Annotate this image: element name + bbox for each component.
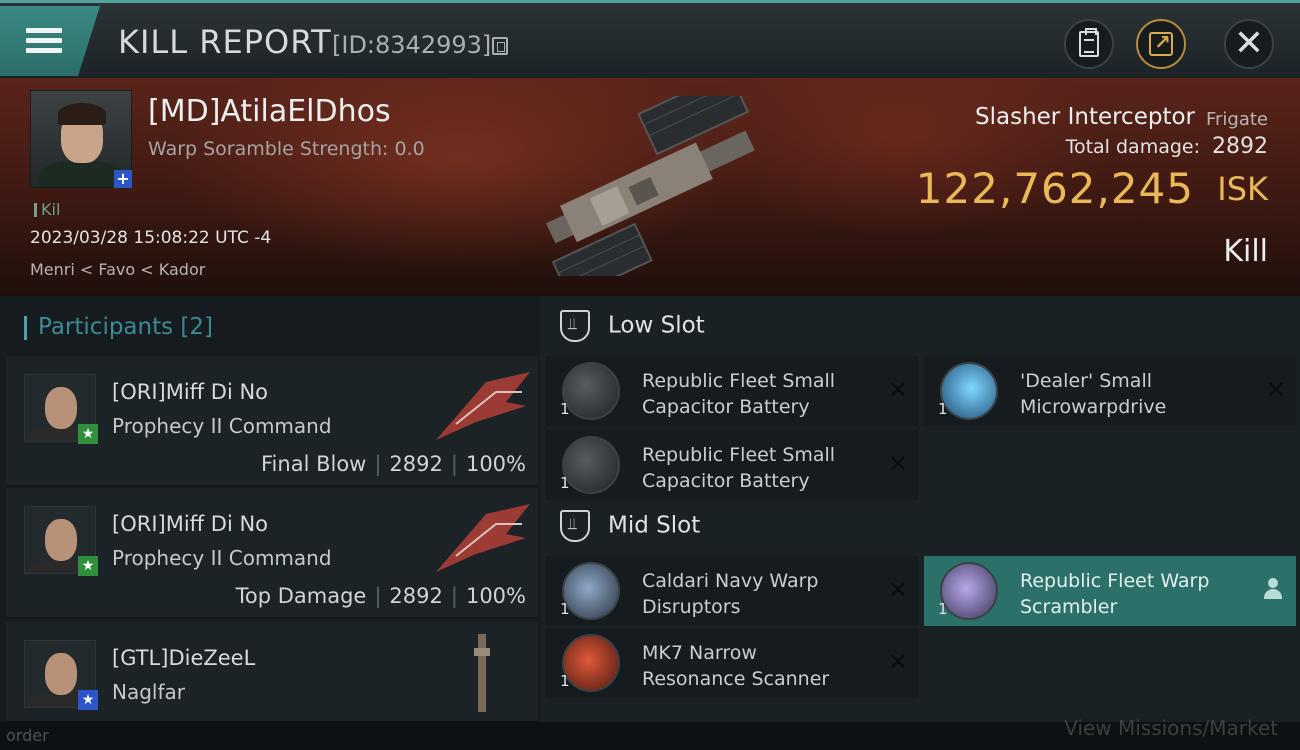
header-bar: KILL REPORT [ID:8342993] ✕ xyxy=(0,0,1300,78)
participant-row[interactable]: ★ [ORI]Miff Di No Prophecy II Command To… xyxy=(6,488,538,618)
kill-tag: Kil xyxy=(34,200,60,219)
victim-name[interactable]: [MD]AtilaElDhos xyxy=(148,94,391,129)
participant-ship-render xyxy=(436,372,530,440)
clipboard-icon xyxy=(1079,28,1099,57)
module-qty: 1 xyxy=(938,400,948,418)
participants-panel: Participants [2] ★ [ORI]Miff Di No Proph… xyxy=(0,296,540,722)
corp-badge-icon: + xyxy=(114,170,132,188)
close-button[interactable]: ✕ xyxy=(1224,19,1274,69)
module-item[interactable]: 1 Republic Fleet Small Capacitor Battery… xyxy=(546,430,918,500)
share-icon xyxy=(1149,30,1173,56)
capacitor-battery-icon xyxy=(562,362,620,420)
victim-ship-name[interactable]: Slasher Interceptor xyxy=(975,104,1195,130)
victim-ship-class: Frigate xyxy=(1205,109,1268,130)
victim-banner: + [MD]AtilaElDhos Warp Soramble Strength… xyxy=(0,78,1300,296)
participant-ship-render xyxy=(436,504,530,572)
star-icon: ★ xyxy=(78,556,98,576)
destroyed-icon: ✕ xyxy=(1265,376,1286,404)
kill-timestamp: 2023/03/28 15:08:22 UTC -4 xyxy=(30,228,272,248)
pilot-icon xyxy=(1264,578,1282,600)
bottom-left-text: order xyxy=(6,726,49,745)
participant-damage: 2892 xyxy=(389,584,443,608)
clipboard-button[interactable] xyxy=(1064,19,1114,69)
window-title: KILL REPORT xyxy=(118,23,332,61)
destroyed-icon: ✕ xyxy=(887,450,908,478)
destroyed-icon: ✕ xyxy=(887,576,908,604)
copy-icon[interactable] xyxy=(492,37,508,55)
module-name: Republic Fleet Small Capacitor Battery xyxy=(642,444,836,492)
total-damage-value: 2892 xyxy=(1212,134,1268,159)
mid-slot-icon xyxy=(560,510,590,542)
menu-icon xyxy=(26,28,62,33)
participant-percent: 100% xyxy=(465,452,526,476)
participants-title: Participants [2] xyxy=(24,314,213,340)
participant-role: Top Damage xyxy=(235,584,367,608)
isk-value: 122,762,245 xyxy=(915,164,1194,213)
participant-row[interactable]: ★ [GTL]DieZeeL Naglfar xyxy=(6,622,538,722)
mid-slot-header: Mid Slot xyxy=(560,510,700,542)
participant-name: [ORI]Miff Di No xyxy=(112,512,269,536)
module-item[interactable]: 1 Caldari Navy Warp Disruptors ✕ xyxy=(546,556,918,626)
participant-ship-render xyxy=(474,634,490,712)
share-button[interactable] xyxy=(1136,19,1186,69)
low-slot-icon xyxy=(560,310,590,342)
module-name: Republic Fleet Warp Scrambler xyxy=(1020,570,1210,618)
warp-scrambler-icon xyxy=(940,562,998,620)
participant-percent: 100% xyxy=(465,584,526,608)
menu-button[interactable] xyxy=(0,6,100,76)
bottom-bar: order View Missions/Market xyxy=(0,716,1300,750)
star-icon: ★ xyxy=(78,424,98,444)
destroyed-icon: ✕ xyxy=(887,648,908,676)
view-missions-link[interactable]: View Missions/Market xyxy=(1064,716,1278,740)
participant-ship: Prophecy II Command xyxy=(112,414,332,438)
kill-id: [ID:8342993] xyxy=(332,31,492,59)
isk-unit: ISK xyxy=(1217,170,1268,208)
participant-name: [GTL]DieZeeL xyxy=(112,646,256,670)
module-qty: 1 xyxy=(560,600,570,618)
star-icon: ★ xyxy=(78,690,98,710)
kill-result: Kill xyxy=(1223,234,1268,269)
participant-role: Final Blow xyxy=(261,452,367,476)
capacitor-battery-icon xyxy=(562,436,620,494)
participant-row[interactable]: ★ [ORI]Miff Di No Prophecy II Command Fi… xyxy=(6,356,538,486)
participant-ship: Naglfar xyxy=(112,680,185,704)
close-icon: ✕ xyxy=(1233,23,1265,64)
victim-ship-render xyxy=(546,96,755,276)
participant-name: [ORI]Miff Di No xyxy=(112,380,269,404)
resonance-scanner-icon xyxy=(562,634,620,692)
module-name: Republic Fleet Small Capacitor Battery xyxy=(642,370,836,418)
participant-stats: Final Blow | 2892 | 100% xyxy=(261,452,526,476)
participant-ship: Prophecy II Command xyxy=(112,546,332,570)
destroyed-icon: ✕ xyxy=(887,376,908,404)
fitting-panel: Low Slot 1 Republic Fleet Small Capacito… xyxy=(540,296,1300,722)
module-name: 'Dealer' Small Microwarpdrive xyxy=(1020,370,1167,418)
module-qty: 1 xyxy=(560,474,570,492)
scramble-strength: Warp Soramble Strength: 0.0 xyxy=(148,138,425,160)
participants-count: [2] xyxy=(180,314,214,340)
participant-damage: 2892 xyxy=(389,452,443,476)
module-qty: 1 xyxy=(938,600,948,618)
microwarpdrive-icon xyxy=(940,362,998,420)
module-item[interactable]: 1 MK7 Narrow Resonance Scanner ✕ xyxy=(546,628,918,698)
total-damage-label: Total damage: xyxy=(1065,136,1200,158)
low-slot-header: Low Slot xyxy=(560,310,705,342)
module-name: Caldari Navy Warp Disruptors xyxy=(642,570,819,618)
module-item[interactable]: 1 Republic Fleet Small Capacitor Battery… xyxy=(546,356,918,426)
kill-location[interactable]: Menri < Favo < Kador xyxy=(30,260,205,279)
module-item-selected[interactable]: 1 Republic Fleet Warp Scrambler xyxy=(924,556,1296,626)
module-qty: 1 xyxy=(560,400,570,418)
warp-disruptor-icon xyxy=(562,562,620,620)
participant-stats: Top Damage | 2892 | 100% xyxy=(235,584,526,608)
module-item[interactable]: 1 'Dealer' Small Microwarpdrive ✕ xyxy=(924,356,1296,426)
module-qty: 1 xyxy=(560,672,570,690)
module-name: MK7 Narrow Resonance Scanner xyxy=(642,642,830,690)
